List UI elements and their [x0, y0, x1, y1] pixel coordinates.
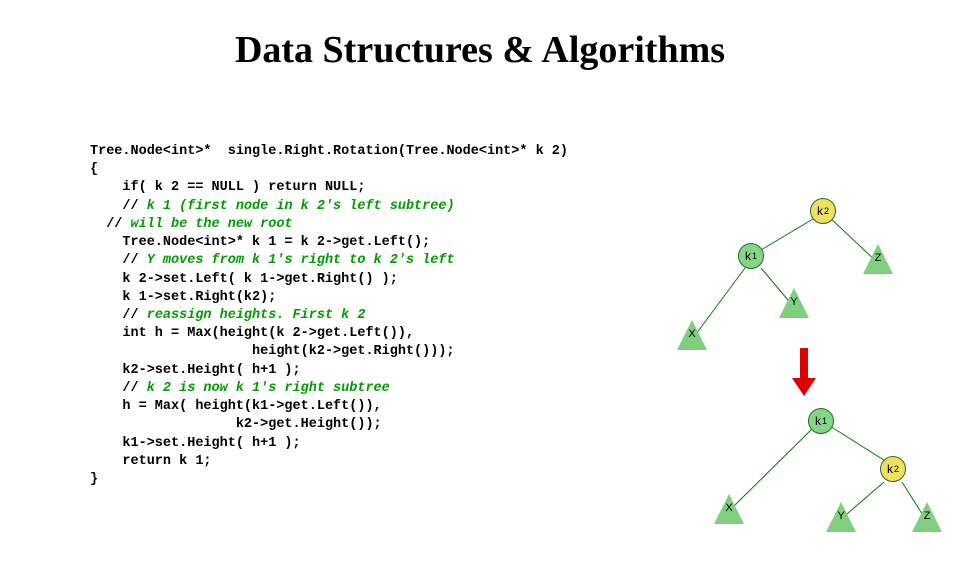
- page-title: Data Structures & Algorithms: [0, 28, 960, 72]
- tree-node-k2: k2: [880, 456, 906, 482]
- code-line: k1->set.Height( h+1 );: [90, 435, 568, 453]
- arrow-icon: [792, 348, 816, 398]
- code-line: Tree.Node<int>* k 1 = k 2->get.Left();: [90, 234, 568, 252]
- code-line: k2->get.Height());: [90, 416, 568, 434]
- subtree-label-z: Z: [912, 510, 942, 522]
- subtree-label-x: X: [677, 328, 707, 340]
- code-line: k2->set.Height( h+1 );: [90, 362, 568, 380]
- code-line: // k 2 is now k 1's right subtree: [90, 380, 568, 398]
- code-line: int h = Max(height(k 2->get.Left()),: [90, 325, 568, 343]
- code-line: h = Max( height(k1->get.Left()),: [90, 398, 568, 416]
- subtree-label-x: X: [714, 502, 744, 514]
- code-line: // Y moves from k 1's right to k 2's lef…: [90, 252, 568, 270]
- code-line: k 2->set.Left( k 1->get.Right() );: [90, 271, 568, 289]
- code-line: {: [90, 161, 568, 179]
- tree-node-k1: k1: [808, 408, 834, 434]
- subtree-label-y: Y: [779, 296, 809, 308]
- code-line: }: [90, 471, 568, 489]
- code-line: // will be the new root: [90, 216, 568, 234]
- code-line: // reassign heights. First k 2: [90, 307, 568, 325]
- subtree-label-z: Z: [863, 252, 893, 264]
- tree-node-k1: k1: [738, 243, 764, 269]
- subtree-label-y: Y: [826, 510, 856, 522]
- code-block: Tree.Node<int>* single.Right.Rotation(Tr…: [90, 143, 568, 489]
- code-line: // k 1 (first node in k 2's left subtree…: [90, 198, 568, 216]
- tree-node-k2: k2: [810, 198, 836, 224]
- tree-after: k1 k2 X Y Z: [680, 398, 940, 558]
- code-line: height(k2->get.Right()));: [90, 343, 568, 361]
- code-line: return k 1;: [90, 453, 568, 471]
- code-line: k 1->set.Right(k2);: [90, 289, 568, 307]
- code-line: if( k 2 == NULL ) return NULL;: [90, 179, 568, 197]
- tree-before: k2 k1 Z Y X: [653, 188, 903, 378]
- code-line: Tree.Node<int>* single.Right.Rotation(Tr…: [90, 143, 568, 161]
